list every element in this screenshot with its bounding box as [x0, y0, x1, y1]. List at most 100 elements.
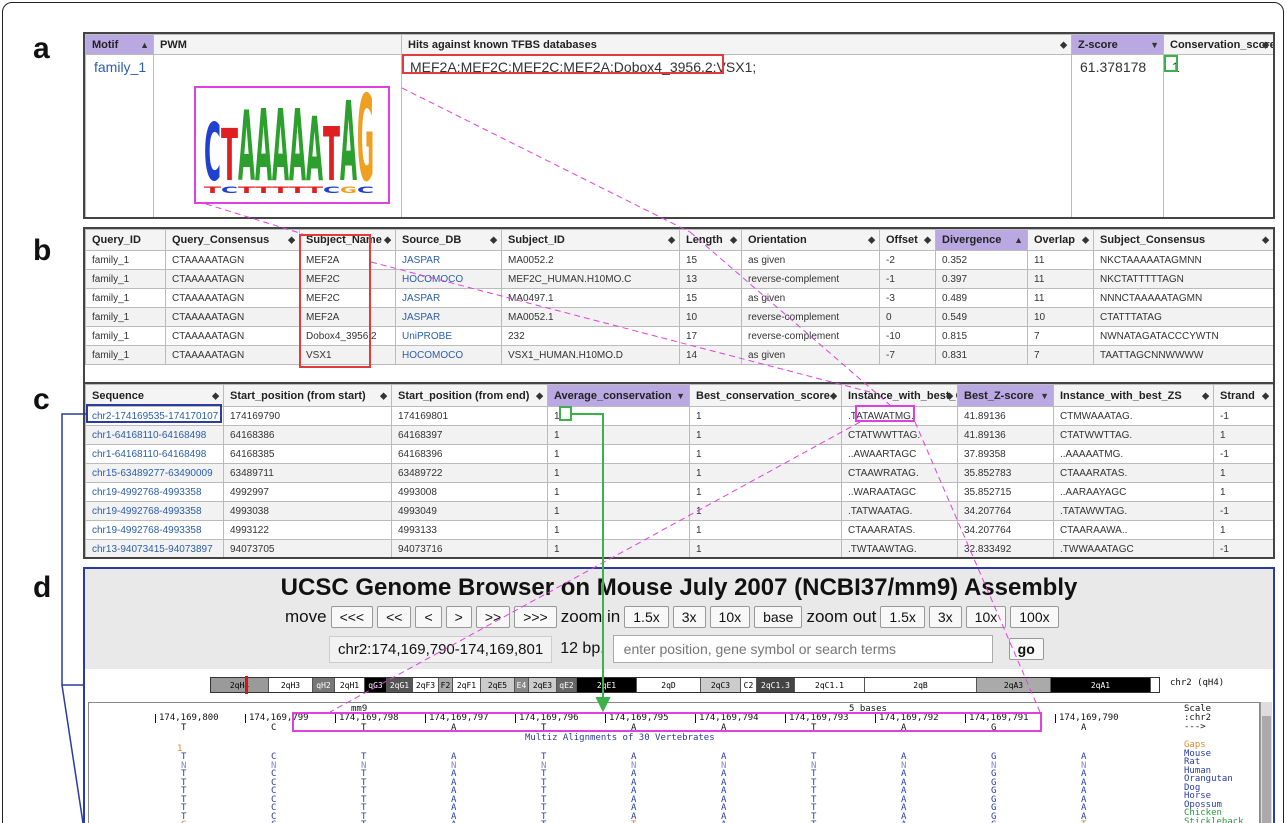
sequence-link[interactable]: chr19-4992768-4993358 [85, 520, 224, 540]
instances-table: Sequence ◆ Start_position (from start) ◆ Sta… [85, 384, 1273, 557]
table-row: family_1 CTAAAAATAGN Dobox4_3956.2 UniPROBE… [85, 326, 1273, 346]
hits-cell: MEF2A;MEF2C;MEF2C;MEF2A;Dobox4_3956.2;VS… [401, 54, 1072, 217]
source-db-link[interactable]: JASPAR [395, 307, 502, 327]
zoom-in-1.5x-button[interactable]: 1.5x [624, 606, 669, 628]
sequence-link[interactable]: chr1-64168110-64168498 [85, 444, 224, 464]
source-db-link[interactable]: UniPROBE [395, 326, 502, 346]
table-cell: 4993133 [391, 520, 548, 540]
col-header-overlap[interactable]: Overlap ◆ [1027, 229, 1094, 251]
table-cell: 35.852783 [957, 463, 1054, 483]
ideogram-band: qG3 [365, 678, 387, 692]
sequence-link[interactable]: chr15-63489277-63490009 [85, 463, 224, 483]
table-cell: 11 [1027, 250, 1094, 270]
col-header-pwm[interactable]: PWM [153, 34, 402, 55]
table-row: chr1-64168110-64168498 64168385 64168396 1 1… [85, 444, 1273, 464]
source-db-link[interactable]: HOCOMOCO [395, 269, 502, 289]
table-cell: reverse-complement [741, 307, 880, 327]
move-left-2-button[interactable]: << [377, 606, 412, 628]
ideogram-label: chr2 (qH4) [1170, 678, 1225, 688]
move-far-right-button[interactable]: >>> [514, 606, 557, 628]
col-header-orientation[interactable]: Orientation ◆ [741, 229, 880, 251]
col-header-best-z-score[interactable]: Best_Z-score ▼ [957, 384, 1054, 407]
table-cell: CTAAAAATAGN [165, 307, 300, 327]
table-cell: 64168396 [391, 444, 548, 464]
logo-letter-minor: C [323, 186, 341, 196]
col-header-subject-consensus[interactable]: Subject_Consensus ◆ [1093, 229, 1273, 251]
table-cell: family_1 [85, 326, 166, 346]
size-display: 12 bp. [560, 640, 605, 657]
move-far-left-button[interactable]: <<< [330, 606, 374, 628]
table-cell: family_1 [85, 345, 166, 365]
tfbs-comparison-panel: Query_ID Query_Consensus ◆ Subject_Name ◆ Sou… [83, 227, 1275, 397]
col-header-conservation[interactable]: Conservation_score ◆ [1163, 34, 1273, 55]
col-header-subject-id[interactable]: Subject_ID ◆ [501, 229, 680, 251]
zoom-base-button[interactable]: base [754, 606, 803, 628]
coordinate-tick [245, 714, 246, 723]
go-button[interactable]: go [1008, 638, 1044, 660]
zoom-in-10x-button[interactable]: 10x [709, 606, 751, 628]
zoom-out-1.5x-button[interactable]: 1.5x [880, 606, 925, 628]
zoom-out-10x-button[interactable]: 10x [965, 606, 1007, 628]
instances-panel: Sequence ◆ Start_position (from start) ◆ Sta… [83, 382, 1275, 559]
source-db-link[interactable]: HOCOMOCO [395, 345, 502, 365]
ref-base: A [1081, 723, 1087, 733]
table-cell: 35.852715 [957, 482, 1054, 502]
table-cell: -1 [1213, 501, 1273, 521]
panel-label-d: d [33, 571, 52, 604]
position-search-input[interactable] [612, 635, 993, 663]
col-header-motif[interactable]: Motif ▲ [85, 34, 154, 55]
scrollbar-thumb[interactable] [1262, 716, 1271, 823]
sequence-link[interactable]: chr19-4992768-4993358 [85, 501, 224, 521]
table-cell: CTAAAAATAGN [165, 326, 300, 346]
col-header-divergence[interactable]: Divergence ▲ [935, 229, 1028, 251]
col-header-length[interactable]: Length ◆ [679, 229, 742, 251]
logo-letter: A [255, 88, 272, 202]
move-right-2-button[interactable]: >> [475, 606, 511, 628]
source-db-link[interactable]: JASPAR [395, 250, 502, 270]
table-cell: 7 [1027, 345, 1094, 365]
table-cell: 63489722 [391, 463, 548, 483]
col-header-hits[interactable]: Hits against known TFBS databases ◆ [401, 34, 1072, 55]
motif-link[interactable]: family_1 [85, 54, 154, 217]
chromosome-ideogram[interactable]: 2qH4 2qH3 qH2 2qH1 qG3 2qG1 2qF3 F2 2qF1 2qE5 E4 2q… [210, 676, 1160, 694]
table-cell: 64168386 [223, 425, 392, 445]
table-row: family_1 CTAAAAATAGN MEF2A JASPAR MA0052.2 15… [85, 250, 1273, 270]
table-cell: 4993049 [391, 501, 548, 521]
col-header-query-id[interactable]: Query_ID [85, 229, 166, 251]
zoom-out-3x-button[interactable]: 3x [928, 606, 962, 628]
ideogram-band: 2qC3 [701, 678, 741, 692]
table-cell: 1 [1213, 463, 1273, 483]
zoom-in-3x-button[interactable]: 3x [672, 606, 706, 628]
ideogram-band: F2 [439, 678, 453, 692]
table-cell: MA0052.2 [501, 250, 680, 270]
move-right-button[interactable]: > [445, 606, 472, 628]
sequence-link[interactable]: chr13-94073415-94073897 [85, 539, 224, 557]
table-cell: reverse-complement [741, 326, 880, 346]
table-cell: 64168385 [223, 444, 392, 464]
table-cell: 1 [547, 444, 690, 464]
sequence-link[interactable]: chr19-4992768-4993358 [85, 482, 224, 502]
move-left-button[interactable]: < [415, 606, 442, 628]
col-header-start-position-from-start-[interactable]: Start_position (from start) ◆ [223, 384, 392, 407]
col-header-source-db[interactable]: Source_DB ◆ [395, 229, 502, 251]
col-header-strand[interactable]: Strand ◆ [1213, 384, 1273, 407]
col-header-query-consensus[interactable]: Query_Consensus ◆ [165, 229, 300, 251]
col-header-zscore[interactable]: Z-score ▼ [1071, 34, 1164, 55]
table-row: chr1-64168110-64168498 64168386 64168397 1 1… [85, 425, 1273, 445]
col-header-best-conservation-score[interactable]: Best_conservation_score ◆ [689, 384, 842, 407]
table-cell: 17 [679, 326, 742, 346]
table-cell: 0 [879, 307, 936, 327]
table-cell: 1 [689, 501, 842, 521]
source-db-link[interactable]: JASPAR [395, 288, 502, 308]
sequence-link[interactable]: chr1-64168110-64168498 [85, 425, 224, 445]
col-header-offset[interactable]: Offset ◆ [879, 229, 936, 251]
track-scrollbar[interactable] [1260, 702, 1272, 823]
col-header-average-conservation[interactable]: Average_conservation ▼ [547, 384, 690, 407]
col-header-start-position-from-end-[interactable]: Start_position (from end) ◆ [391, 384, 548, 407]
table-row: chr19-4992768-4993358 4992997 4993008 1 1 ..W… [85, 482, 1273, 502]
col-header-instance-with-best-cs[interactable]: Instance_with_best_CS◆ [841, 384, 958, 407]
zoom-out-100x-button[interactable]: 100x [1010, 606, 1059, 628]
move-label: move [285, 607, 327, 626]
col-header-instance-with-best-zs[interactable]: Instance_with_best_ZS ◆ [1053, 384, 1214, 407]
track-label: Stickleback [1184, 816, 1244, 823]
